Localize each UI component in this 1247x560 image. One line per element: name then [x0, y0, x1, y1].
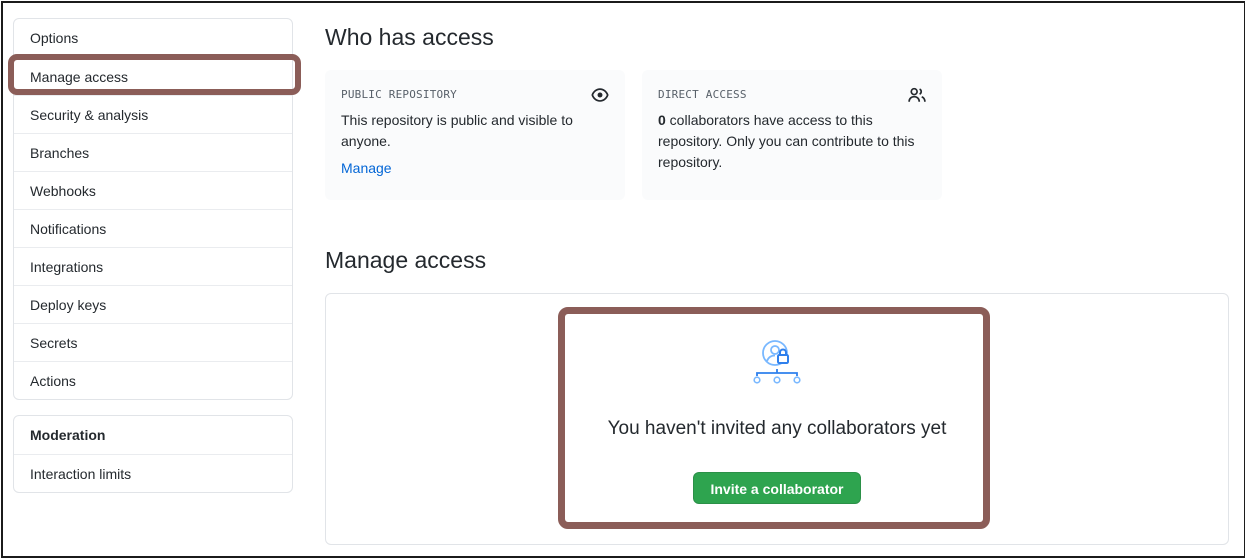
manage-visibility-link[interactable]: Manage	[341, 160, 392, 176]
direct-access-label: DIRECT ACCESS	[658, 88, 747, 101]
public-repository-box: PUBLIC REPOSITORY This repository is pub…	[325, 70, 625, 200]
eye-icon	[591, 88, 609, 102]
sidebar-item-actions[interactable]: Actions	[14, 361, 292, 399]
people-icon	[908, 87, 926, 102]
sidebar-item-webhooks[interactable]: Webhooks	[14, 171, 292, 209]
direct-access-description: 0 collaborators have access to this repo…	[658, 110, 920, 173]
empty-state: You haven't invited any collaborators ye…	[326, 338, 1228, 504]
invite-collaborator-button[interactable]: Invite a collaborator	[693, 472, 861, 504]
collaborators-panel: You haven't invited any collaborators ye…	[325, 293, 1229, 545]
sidebar-item-integrations[interactable]: Integrations	[14, 247, 292, 285]
sidebar-item-interaction-limits[interactable]: Interaction limits	[14, 454, 292, 492]
sidebar-item-options[interactable]: Options	[14, 19, 292, 57]
sidebar-item-notifications[interactable]: Notifications	[14, 209, 292, 247]
sidebar-item-manage-access[interactable]: Manage access	[14, 57, 292, 95]
who-has-access-heading: Who has access	[325, 24, 494, 50]
moderation-heading: Moderation	[30, 427, 106, 443]
moderation-sidebar: Moderation Interaction limits	[13, 415, 293, 493]
public-repository-label: PUBLIC REPOSITORY	[341, 88, 457, 101]
manage-access-heading: Manage access	[325, 247, 487, 273]
collaborator-count: 0	[658, 112, 666, 128]
sidebar-item-branches[interactable]: Branches	[14, 133, 292, 171]
sidebar-item-deploy-keys[interactable]: Deploy keys	[14, 285, 292, 323]
sidebar-item-secrets[interactable]: Secrets	[14, 323, 292, 361]
public-repository-description: This repository is public and visible to…	[341, 112, 573, 149]
collaborators-lock-icon	[753, 340, 801, 384]
direct-access-text: collaborators have access to this reposi…	[658, 112, 915, 170]
empty-state-title: You haven't invited any collaborators ye…	[607, 418, 947, 439]
sidebar-item-security-analysis[interactable]: Security & analysis	[14, 95, 292, 133]
direct-access-box: DIRECT ACCESS 0 collaborators have acces…	[642, 70, 942, 200]
settings-sidebar: Options Manage access Security & analysi…	[13, 18, 293, 400]
